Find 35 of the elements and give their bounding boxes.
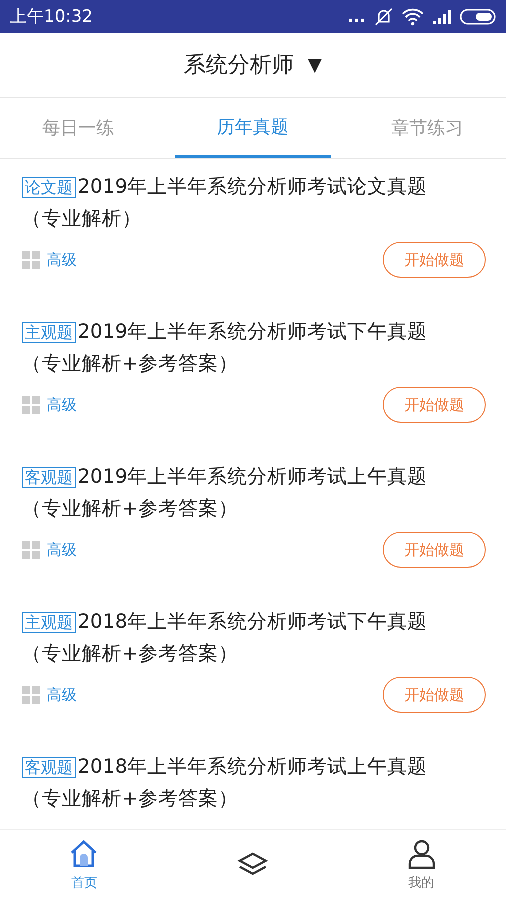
paper-subtitle: （专业解析+参考答案） xyxy=(22,641,240,667)
paper-title[interactable]: 论文题 2019年上半年系统分析师考试论文真题 xyxy=(22,171,486,203)
start-button[interactable]: 开始做题 xyxy=(383,532,486,568)
grid-icon xyxy=(22,251,40,269)
battery-icon xyxy=(460,8,496,24)
difficulty-level: 高级 xyxy=(47,540,78,560)
tab[interactable]: 历年真题 xyxy=(174,98,332,158)
paper-title[interactable]: 客观题 2018年上半年系统分析师考试上午真题 xyxy=(22,751,486,783)
paper-subtitle: （专业解析） xyxy=(22,206,143,232)
paper-title[interactable]: 客观题 2019年上半年系统分析师考试上午真题 xyxy=(22,461,486,493)
wifi-icon xyxy=(402,8,424,26)
difficulty-level: 高级 xyxy=(47,396,78,414)
signal-icon xyxy=(432,8,452,24)
tab[interactable]: 章节练习 xyxy=(349,98,506,158)
start-button[interactable]: 开始做题 xyxy=(383,387,486,423)
tab[interactable]: 每日一练 xyxy=(0,98,157,158)
start-button[interactable]: 开始做题 xyxy=(383,242,486,278)
paper-subtitle: （专业解析+参考答案） xyxy=(22,786,240,812)
grid-icon xyxy=(22,396,40,414)
notification-dots: ... xyxy=(348,7,366,26)
difficulty-level: 高级 xyxy=(47,686,78,704)
paper-title[interactable]: 主观题 2018年上半年系统分析师考试下午真题 xyxy=(22,606,486,638)
subject-title[interactable]: 系统分析师 xyxy=(184,50,294,80)
muted-icon xyxy=(374,8,394,26)
dropdown-caret[interactable]: ▼ xyxy=(308,54,322,76)
start-button[interactable]: 开始做题 xyxy=(383,677,486,713)
paper-subtitle: （专业解析+参考答案） xyxy=(22,496,240,522)
difficulty-level: 高级 xyxy=(47,250,78,270)
nav-item[interactable]: 首页 xyxy=(0,830,169,900)
paper-subtitle: （专业解析+参考答案） xyxy=(22,351,240,377)
grid-icon xyxy=(22,686,40,704)
grid-icon xyxy=(22,541,40,559)
nav-item[interactable]: 我的 xyxy=(337,830,506,900)
status-time: 上午10:32 xyxy=(10,6,94,28)
paper-title[interactable]: 主观题 2019年上半年系统分析师考试下午真题 xyxy=(22,316,486,348)
